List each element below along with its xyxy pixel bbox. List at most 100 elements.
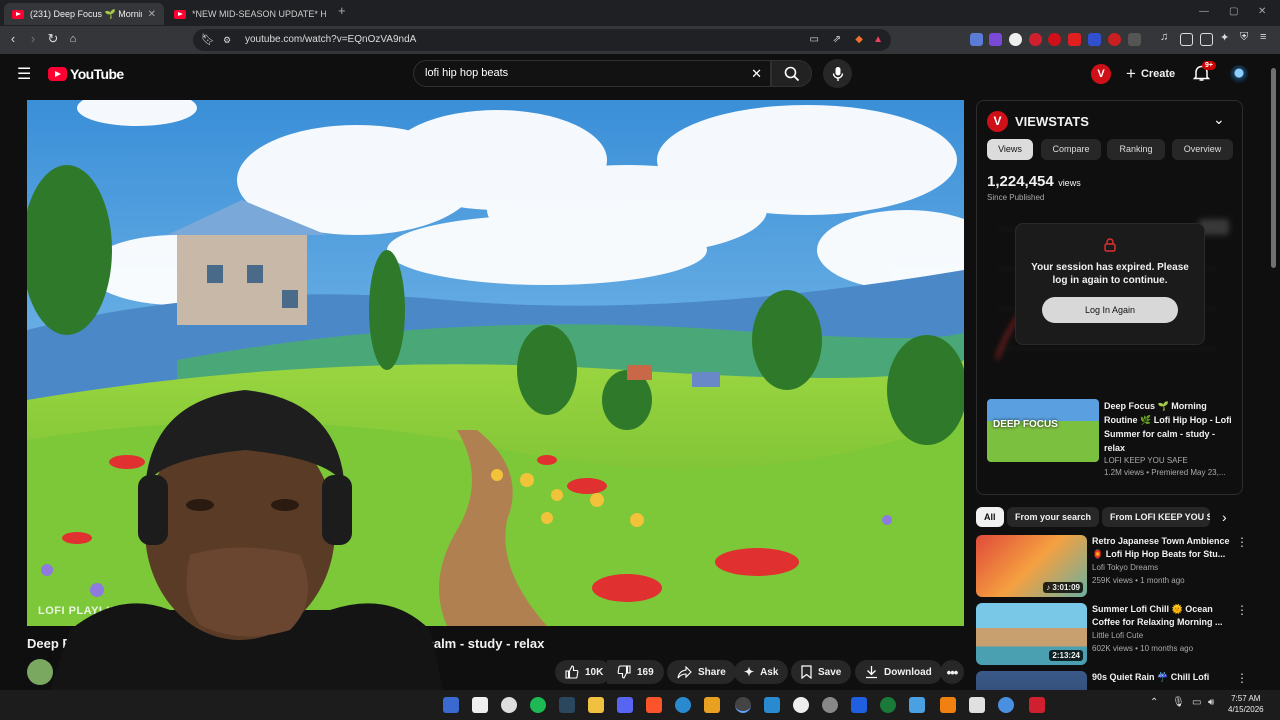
wallet-icon[interactable]: [1200, 33, 1213, 46]
youtube-logo[interactable]: YouTube: [48, 66, 124, 82]
chip-from-your-search[interactable]: From your search: [1007, 507, 1100, 527]
notifications-button[interactable]: 9+: [1192, 61, 1216, 87]
new-tab-button[interactable]: +: [338, 3, 346, 18]
close-window-icon[interactable]: ✕: [1258, 6, 1266, 17]
back-icon[interactable]: ‹: [4, 31, 22, 46]
taskbar-app-icon[interactable]: [501, 697, 517, 713]
microphone-tray-icon[interactable]: 🎙︎: [1172, 697, 1185, 708]
ask-button[interactable]: ✦ Ask: [734, 660, 789, 684]
tray-chevron-icon[interactable]: ⌃: [1150, 697, 1158, 708]
recommendation-thumbnail[interactable]: ♪ 3:01:09: [976, 535, 1087, 597]
maximize-icon[interactable]: ▢: [1229, 6, 1238, 17]
volume-icon[interactable]: 🔊︎: [1208, 697, 1214, 708]
network-icon[interactable]: ▭: [1192, 697, 1201, 708]
chips-next-chevron-icon[interactable]: ›: [1222, 509, 1227, 525]
chip-from-channel[interactable]: From LOFI KEEP YOU SA: [1102, 507, 1210, 527]
download-icon: [866, 666, 877, 679]
share-page-icon[interactable]: ⇗: [833, 29, 841, 51]
leo-ai-icon[interactable]: ✦: [1220, 31, 1233, 44]
home-icon[interactable]: ⌂: [64, 33, 82, 45]
spotify-icon[interactable]: [530, 697, 546, 713]
minimize-icon[interactable]: —: [1199, 6, 1209, 17]
menu-icon[interactable]: ≡: [1260, 31, 1273, 44]
extension-icon[interactable]: [1009, 33, 1022, 46]
related-video-thumbnail[interactable]: DEEP FOCUS: [987, 399, 1099, 462]
taskbar-app-icon[interactable]: [472, 697, 488, 713]
recommendation-item[interactable]: 2:13:24 Summer Lofi Chill 🌞 Ocean Coffee…: [976, 603, 1248, 669]
recommendation-item[interactable]: ♪ 3:01:09 Retro Japanese Town Ambience 🏮…: [976, 535, 1248, 601]
chatgpt-icon[interactable]: [793, 697, 809, 713]
save-button[interactable]: Save: [791, 660, 852, 684]
reload-icon[interactable]: ↻: [44, 31, 62, 47]
create-button[interactable]: + Create: [1118, 61, 1183, 86]
recommendation-thumbnail[interactable]: [976, 671, 1087, 690]
dislike-button[interactable]: 169: [607, 660, 664, 684]
taskbar-app-icon[interactable]: [1029, 697, 1045, 713]
like-button[interactable]: 10K: [555, 660, 612, 684]
more-vertical-icon[interactable]: ⋮: [1236, 535, 1248, 549]
more-vertical-icon[interactable]: ⋮: [1236, 671, 1246, 685]
channel-avatar[interactable]: [27, 659, 53, 685]
log-in-again-button[interactable]: Log In Again: [1042, 297, 1178, 323]
share-button[interactable]: Share: [667, 660, 736, 684]
video-player[interactable]: [27, 100, 964, 626]
extension-icon[interactable]: [1128, 33, 1141, 46]
cast-icon[interactable]: ▭: [810, 29, 819, 51]
vlc-icon[interactable]: [940, 697, 956, 713]
avatar[interactable]: [1230, 65, 1248, 83]
discord-icon[interactable]: [617, 697, 633, 713]
taskbar-app-icon[interactable]: [675, 697, 691, 713]
taskbar-clock[interactable]: 7:57 AM 4/15/2026: [1228, 693, 1264, 715]
tab-compare[interactable]: Compare: [1041, 139, 1101, 160]
twitch-extension-icon[interactable]: [989, 33, 1002, 46]
notepad-icon[interactable]: [764, 697, 780, 713]
forward-icon[interactable]: ›: [24, 31, 42, 46]
address-bar[interactable]: 🔖︎ ⚙ youtube.com/watch?v=EQnOzVA9ndA ▭ ⇗…: [193, 29, 891, 51]
search-button[interactable]: [771, 60, 812, 87]
music-icon[interactable]: ♫: [1160, 31, 1173, 44]
taskbar-app-icon[interactable]: [851, 697, 867, 713]
collapse-chevron-icon[interactable]: ⌄: [1213, 111, 1225, 128]
browser-tab-active[interactable]: (231) Deep Focus 🌱 Morning ✕: [4, 3, 164, 25]
brave-icon[interactable]: [646, 697, 662, 713]
voice-search-button[interactable]: [823, 59, 852, 88]
viewstats-button-icon[interactable]: V: [1091, 64, 1111, 84]
more-actions-button[interactable]: •••: [940, 660, 964, 684]
viewstats-extension-icon[interactable]: [1048, 33, 1061, 46]
bookmark-icon[interactable]: 🔖︎: [201, 29, 215, 51]
obs-icon[interactable]: [735, 697, 751, 713]
record-extension-icon[interactable]: [1029, 33, 1042, 46]
taskbar-app-icon[interactable]: [443, 697, 459, 713]
brave-shield-icon[interactable]: ◆: [855, 29, 863, 51]
settings-icon[interactable]: [822, 697, 838, 713]
tab-views[interactable]: Views: [987, 139, 1033, 160]
sidebar-icon[interactable]: [1180, 33, 1193, 46]
browser-tab[interactable]: *NEW MID-SEASON UPDATE* HOW: [166, 3, 334, 25]
clear-search-icon[interactable]: ✕: [751, 61, 762, 86]
extension-icon[interactable]: [970, 33, 983, 46]
close-tab-icon[interactable]: ✕: [148, 9, 156, 20]
taskbar-app-icon[interactable]: [909, 697, 925, 713]
taskbar-app-icon[interactable]: [880, 697, 896, 713]
tab-overview[interactable]: Overview: [1172, 139, 1233, 160]
chrome-icon[interactable]: [998, 697, 1014, 713]
page-scrollbar[interactable]: [1271, 68, 1276, 268]
extension-icon[interactable]: [1088, 33, 1101, 46]
youtube-extension-icon[interactable]: [1068, 33, 1081, 46]
more-vertical-icon[interactable]: ⋮: [1236, 603, 1248, 617]
recommendation-thumbnail[interactable]: 2:13:24: [976, 603, 1087, 665]
brave-rewards-icon[interactable]: ▲: [873, 29, 883, 51]
vpn-icon[interactable]: ⛨: [1240, 31, 1253, 44]
taskbar-app-icon[interactable]: [969, 697, 985, 713]
file-explorer-icon[interactable]: [588, 697, 604, 713]
steam-icon[interactable]: [559, 697, 575, 713]
site-info-icon[interactable]: ⚙: [223, 29, 231, 51]
tab-ranking[interactable]: Ranking: [1107, 139, 1165, 160]
recommendation-item[interactable]: 90s Quiet Rain ☔ Chill Lofi ⋮: [976, 671, 1246, 690]
chip-all[interactable]: All: [976, 507, 1004, 527]
search-input[interactable]: lofi hip hop beats ✕: [413, 60, 771, 87]
hamburger-menu-icon[interactable]: ☰: [17, 64, 31, 84]
taskbar-app-icon[interactable]: [704, 697, 720, 713]
extension-icon[interactable]: [1108, 33, 1121, 46]
download-button[interactable]: Download: [855, 660, 942, 684]
